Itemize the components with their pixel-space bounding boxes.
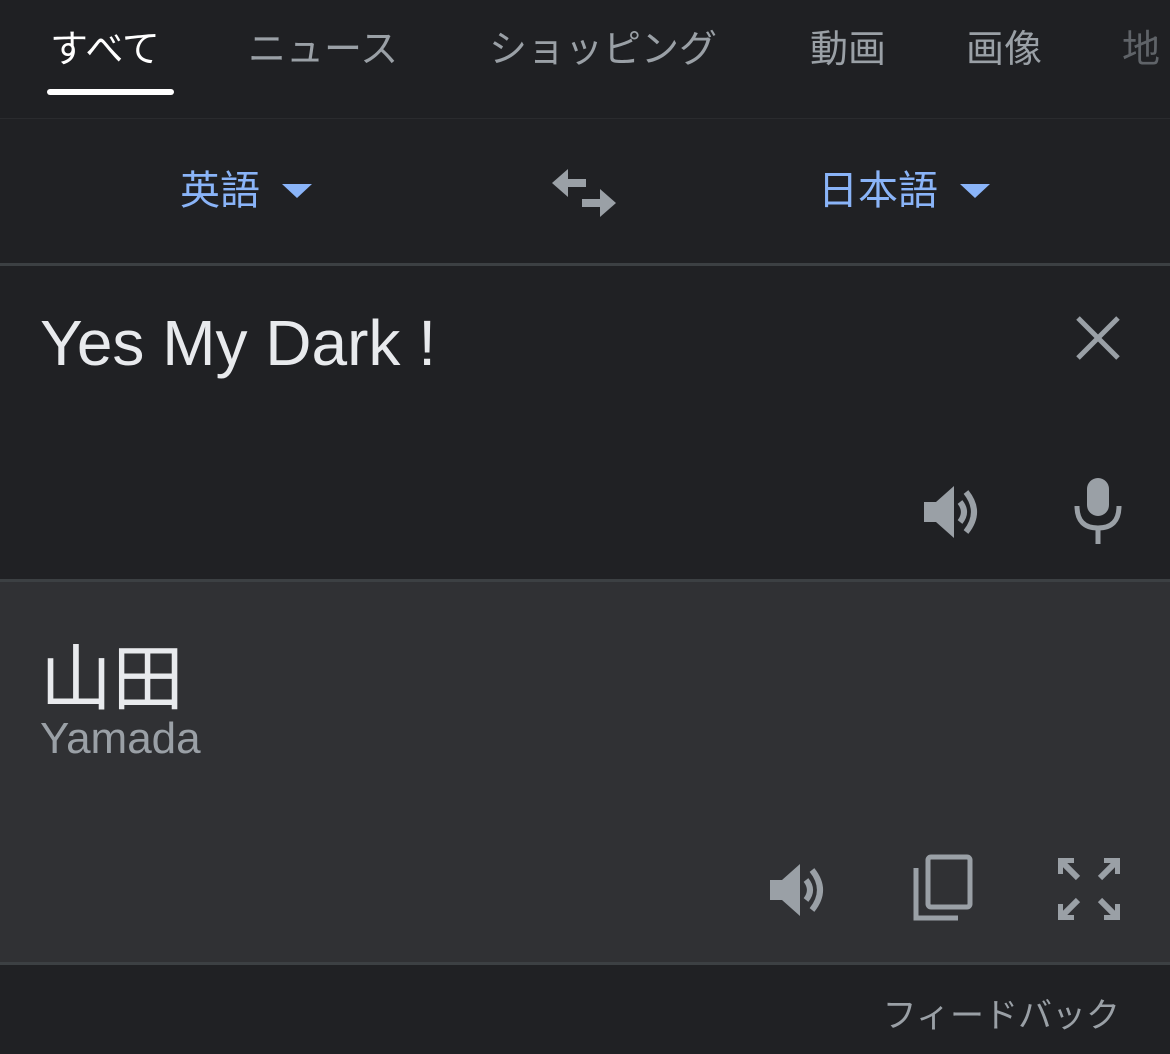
translation-panel: 山田 Yamada xyxy=(0,582,1170,962)
tab-news[interactable]: ニュース xyxy=(248,24,398,74)
target-language-label: 日本語 xyxy=(818,168,938,214)
tab-videos[interactable]: 動画 xyxy=(810,24,886,74)
fullscreen-icon[interactable] xyxy=(1058,858,1120,920)
volume-icon[interactable] xyxy=(922,480,986,544)
mic-icon[interactable] xyxy=(1072,476,1124,546)
divider xyxy=(0,962,1170,965)
copy-icon[interactable] xyxy=(912,854,974,922)
tab-maps[interactable]: 地 xyxy=(1122,24,1160,74)
chevron-down-icon xyxy=(960,184,990,198)
translated-text: 山田 xyxy=(40,637,185,721)
source-text-panel: Yes My Dark ! xyxy=(0,266,1170,579)
tab-shopping[interactable]: ショッピング xyxy=(489,24,717,74)
chevron-down-icon xyxy=(282,184,312,198)
feedback-link[interactable]: フィードバック xyxy=(883,988,1120,1037)
language-selector-bar: 英語 日本語 xyxy=(0,119,1170,264)
target-language-selector[interactable]: 日本語 xyxy=(818,161,990,221)
source-text-input[interactable]: Yes My Dark ! xyxy=(40,306,436,380)
search-tabs: すべて ニュース ショッピング 動画 画像 地 xyxy=(0,0,1170,119)
source-language-label: 英語 xyxy=(180,168,260,214)
volume-icon[interactable] xyxy=(768,858,832,922)
close-icon[interactable] xyxy=(1074,314,1122,362)
romanization-text: Yamada xyxy=(40,714,201,763)
tab-images[interactable]: 画像 xyxy=(966,24,1042,74)
active-tab-indicator xyxy=(47,89,174,95)
swap-horiz-icon[interactable] xyxy=(552,169,616,217)
source-language-selector[interactable]: 英語 xyxy=(180,161,312,221)
tab-all[interactable]: すべて xyxy=(50,24,160,74)
